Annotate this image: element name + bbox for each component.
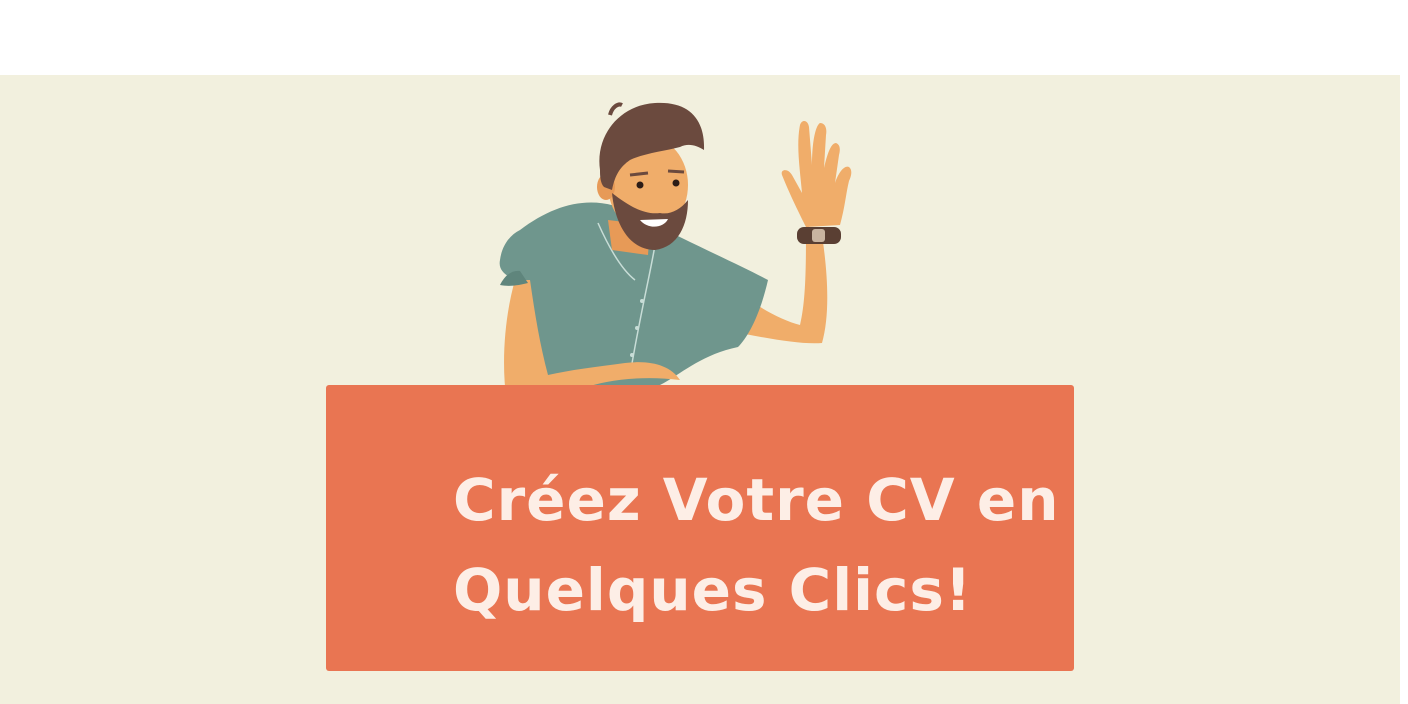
hero-section: Créez Votre CV en Quelques Clics!	[0, 75, 1400, 704]
page: Créez Votre CV en Quelques Clics!	[0, 0, 1408, 704]
headline-line-1: Créez Votre CV en	[453, 466, 1060, 534]
headline-line-2: Quelques Clics!	[453, 556, 973, 624]
headline-banner: Créez Votre CV en Quelques Clics!	[326, 385, 1074, 671]
page-title: Créez Votre CV en Quelques Clics!	[453, 455, 1060, 635]
